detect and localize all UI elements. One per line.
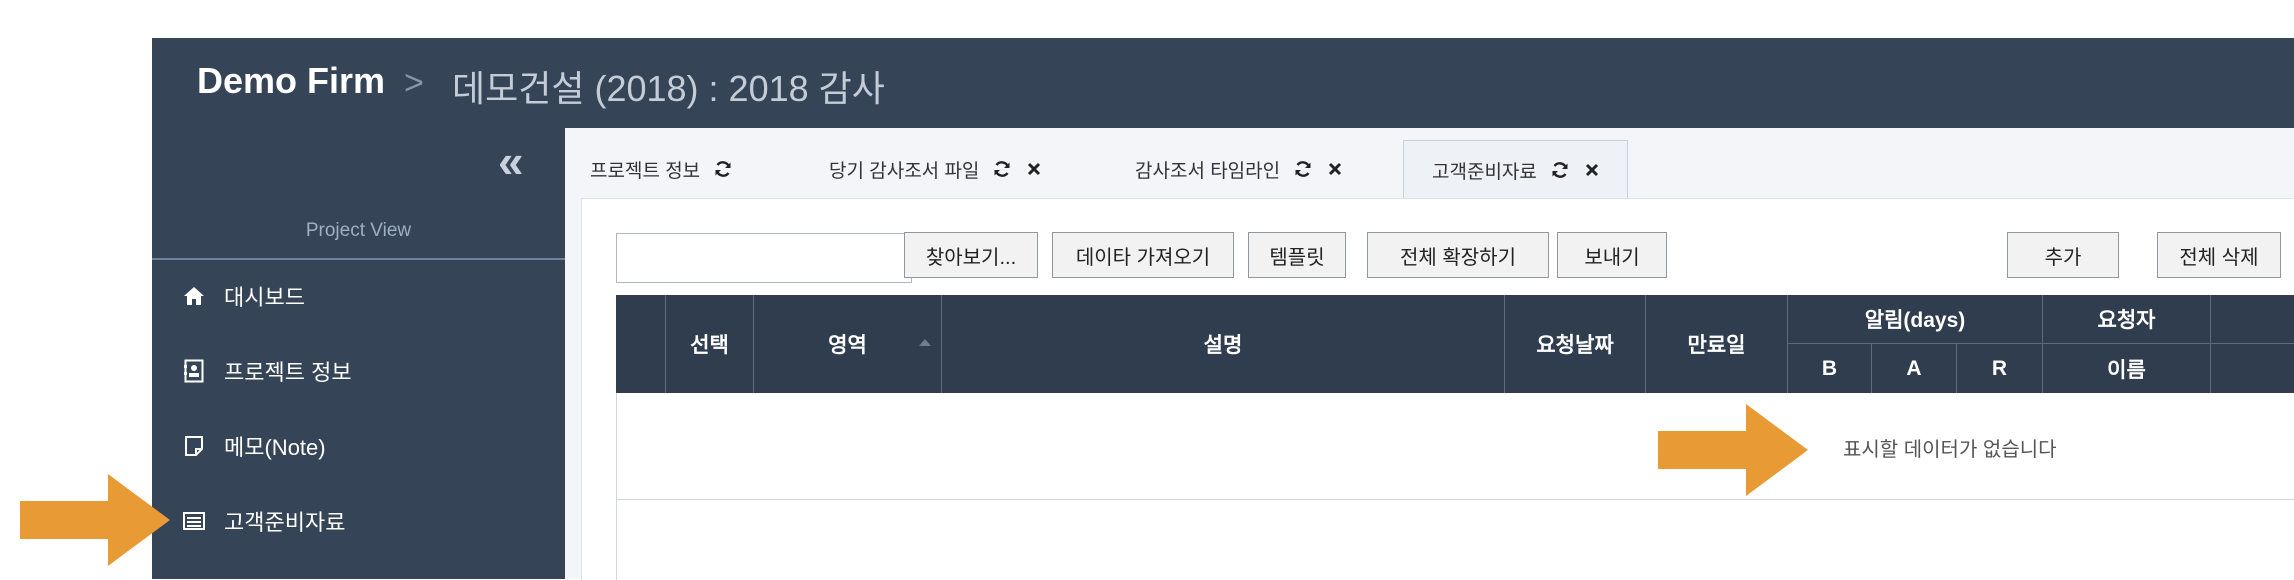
column-group-alert-days: 알림(days) [1788, 295, 2043, 343]
sidebar-item-label: 프로젝트 정보 [224, 360, 352, 385]
column-header-description[interactable]: 설명 [942, 295, 1505, 393]
list-box-icon [182, 509, 206, 533]
column-header-alert-a[interactable]: A [1872, 344, 1957, 393]
sidebar: « Project View 대시보드 프로젝트 정보 메모(Note) 고객준… [152, 128, 565, 579]
sidebar-item-project-info[interactable]: 프로젝트 정보 [182, 351, 352, 391]
home-icon [182, 284, 206, 308]
sort-ascending-icon[interactable] [919, 339, 931, 346]
expand-all-button[interactable]: 전체 확장하기 [1367, 232, 1549, 278]
grid-header: 선택 영역 설명 요청날짜 만료일 알림(days) B A R 요청자 이름 [616, 295, 2294, 393]
sidebar-item-client-materials[interactable]: 고객준비자료 [182, 501, 345, 541]
refresh-icon[interactable] [993, 160, 1011, 178]
grid-body: 표시할 데이터가 없습니다 [616, 393, 2294, 580]
callout-arrow-icon [20, 474, 170, 566]
tab-current-workpaper-files[interactable]: 당기 감사조서 파일 [829, 140, 1041, 198]
sidebar-item-label: 고객준비자료 [224, 510, 346, 535]
column-group-requester: 요청자 [2043, 295, 2211, 343]
empty-message: 표시할 데이터가 없습니다 [1843, 439, 2057, 461]
add-button[interactable]: 추가 [2007, 232, 2119, 278]
top-bar: Demo Firm > 데모건설 (2018) : 2018 감사 [152, 38, 2294, 128]
row-divider [617, 499, 2294, 500]
close-icon[interactable] [1027, 162, 1041, 176]
callout-arrow-icon [1658, 404, 1808, 496]
refresh-icon[interactable] [1294, 160, 1312, 178]
collapse-sidebar-icon[interactable]: « [498, 138, 524, 184]
browse-button[interactable]: 찾아보기... [904, 232, 1038, 278]
note-icon [182, 434, 206, 458]
sidebar-item-dashboard[interactable]: 대시보드 [182, 276, 305, 316]
import-data-button[interactable]: 데이타 가져오기 [1052, 232, 1234, 278]
tab-project-info[interactable]: 프로젝트 정보 [590, 140, 732, 198]
app-window: Demo Firm > 데모건설 (2018) : 2018 감사 « Proj… [152, 38, 2294, 580]
brand-name[interactable]: Demo Firm [197, 60, 385, 102]
column-label: 영역 [828, 334, 867, 357]
column-header-area[interactable]: 영역 [754, 295, 942, 393]
client-materials-panel: 찾아보기... 데이타 가져오기 템플릿 전체 확장하기 보내기 추가 전체 삭… [581, 198, 2294, 580]
tab-label: 고객준비자료 [1432, 161, 1537, 183]
column-header-request-date[interactable]: 요청날짜 [1505, 295, 1646, 393]
expand-column-header [616, 295, 666, 393]
close-icon[interactable] [1585, 163, 1599, 177]
column-header-requester-name[interactable]: 이름 [2043, 344, 2211, 393]
refresh-icon[interactable] [714, 160, 732, 178]
column-header-overflow [2211, 295, 2294, 393]
file-path-input[interactable] [616, 233, 912, 283]
template-button[interactable]: 템플릿 [1248, 232, 1346, 278]
tab-label: 당기 감사조서 파일 [829, 160, 980, 182]
main-content: 프로젝트 정보 당기 감사조서 파일 감사조서 타임라인 고객준비자료 찾아보기… [565, 128, 2294, 580]
column-header-select[interactable]: 선택 [666, 295, 754, 393]
sidebar-item-label: 대시보드 [224, 285, 305, 310]
tab-workpaper-timeline[interactable]: 감사조서 타임라인 [1135, 140, 1342, 198]
tab-label: 감사조서 타임라인 [1135, 160, 1281, 182]
column-header-alert-r[interactable]: R [1957, 344, 2043, 393]
close-icon[interactable] [1328, 162, 1342, 176]
send-button[interactable]: 보내기 [1557, 232, 1667, 278]
project-title: 데모건설 (2018) : 2018 감사 [452, 68, 885, 109]
sidebar-heading: Project View [305, 220, 412, 241]
sidebar-item-memo[interactable]: 메모(Note) [182, 426, 326, 466]
column-header-alert-b[interactable]: B [1788, 344, 1872, 393]
tab-client-materials[interactable]: 고객준비자료 [1403, 140, 1628, 199]
contact-card-icon [182, 359, 206, 383]
column-header-due-date[interactable]: 만료일 [1646, 295, 1788, 393]
sidebar-divider [152, 258, 565, 260]
refresh-icon[interactable] [1551, 161, 1569, 179]
sidebar-item-label: 메모(Note) [224, 435, 326, 460]
tab-label: 프로젝트 정보 [590, 160, 701, 182]
delete-all-button[interactable]: 전체 삭제 [2157, 232, 2281, 278]
breadcrumb-separator: > [404, 64, 424, 102]
